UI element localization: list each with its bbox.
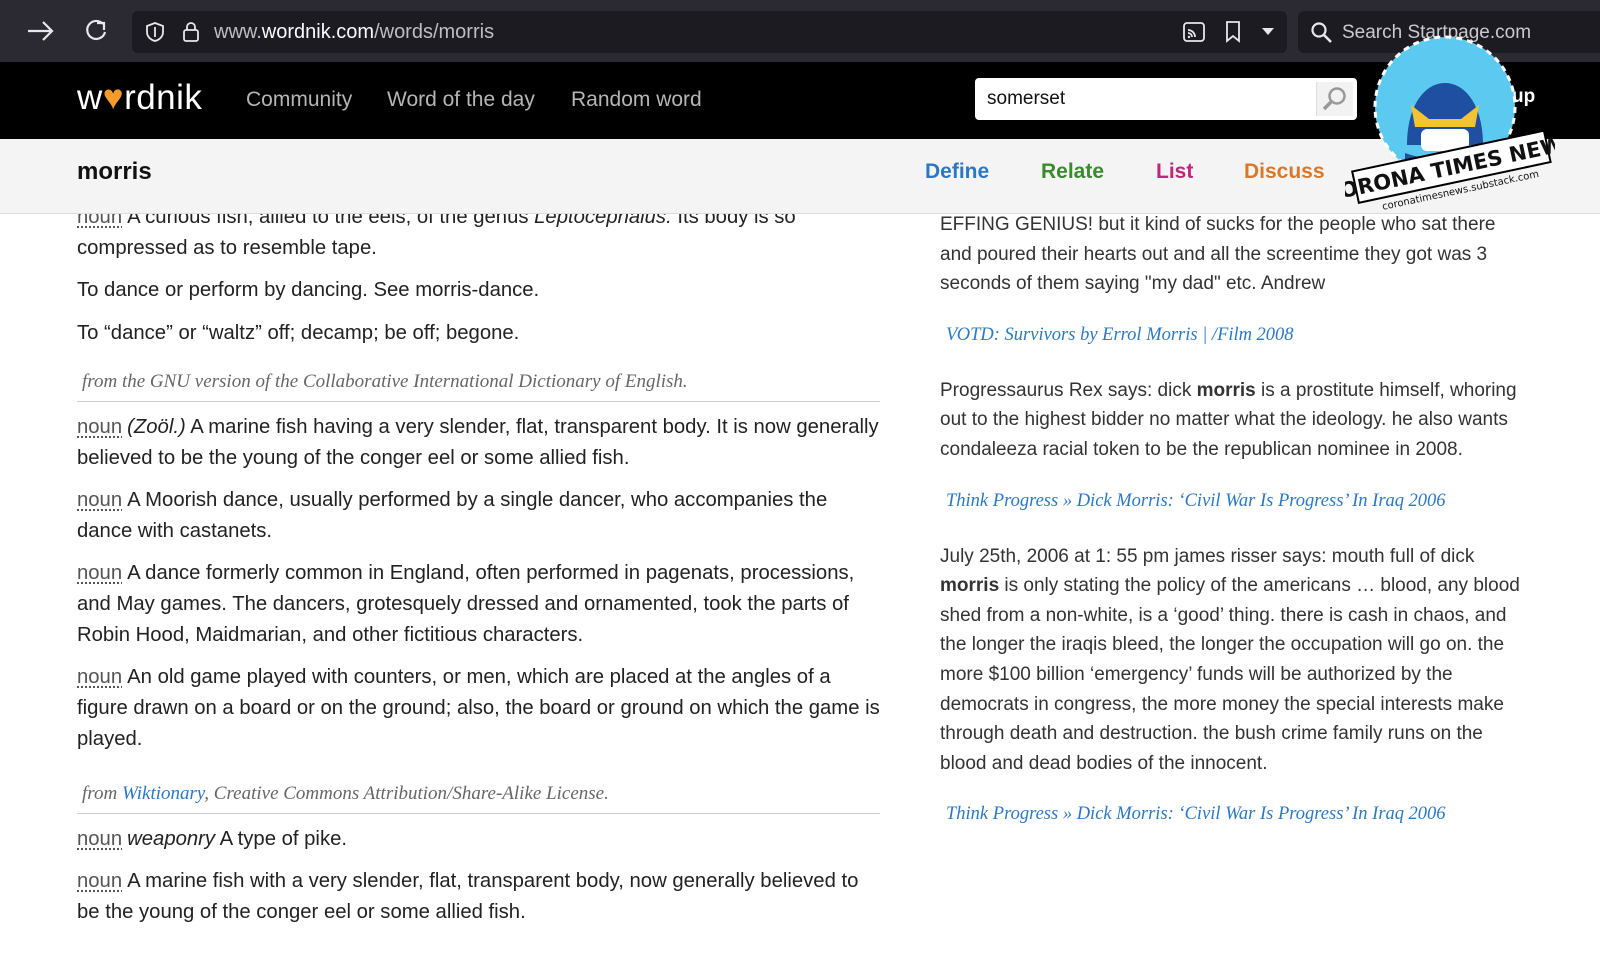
example-text: July 25th, 2006 at 1: 55 pm james risser…: [940, 545, 1520, 774]
definition-item: noun A marine fish with a very slender, f…: [77, 870, 859, 923]
tracking-shield-icon[interactable]: [144, 21, 166, 43]
corona-times-news-watermark: CORONA TIMES NEWS coronatimesnews.substa…: [1323, 35, 1580, 215]
nav-community[interactable]: Community: [246, 88, 352, 112]
word-search-input[interactable]: [985, 84, 1319, 114]
example-source[interactable]: Think Progress » Dick Morris: ‘Civil War…: [940, 804, 1520, 825]
nav-word-of-the-day[interactable]: Word of the day: [387, 88, 535, 112]
part-of-speech[interactable]: noun: [77, 562, 122, 584]
part-of-speech[interactable]: noun: [77, 828, 122, 850]
part-of-speech[interactable]: noun: [77, 214, 122, 228]
definition-item: noun A dance formerly common in England, …: [77, 562, 855, 646]
source-year: 2006: [1408, 804, 1446, 825]
example-source[interactable]: VOTD: Survivors by Errol Morris | /Film …: [940, 325, 1520, 346]
definition-item: noun A curious fish, allied to the eels, …: [77, 214, 880, 264]
definition-item: noun (Zoöl.) A marine fish having a very …: [77, 416, 879, 469]
word-search: [975, 78, 1357, 120]
reload-icon: [86, 19, 107, 41]
definition-source: from Wiktionary, Creative Commons Attrib…: [77, 769, 880, 814]
examples-panel: EFFING GENIUS! but it kind of sucks for …: [940, 214, 1520, 966]
tab-list[interactable]: List: [1156, 160, 1193, 184]
url-text[interactable]: www.wordnik.com/words/morris: [214, 21, 494, 44]
dropdown-arrow-icon[interactable]: [1260, 26, 1276, 38]
tab-relate[interactable]: Relate: [1041, 160, 1104, 184]
definition-item: noun weaponry A type of pike.: [77, 828, 347, 850]
reload-button[interactable]: [77, 12, 115, 50]
definition-item: To “dance” or “waltz” off; decamp; be of…: [77, 322, 520, 344]
watermark-logo: CORONA TIMES NEWS coronatimesnews.substa…: [1323, 35, 1580, 213]
example-text: Progressaurus Rex says: dick morris is a…: [940, 379, 1517, 460]
reader-view-icon[interactable]: [1182, 20, 1206, 44]
definition-item: noun A Moorish dance, usually performed b…: [77, 489, 828, 542]
source-title[interactable]: VOTD: Survivors by Errol Morris | /Film: [940, 325, 1252, 345]
word-title: morris: [77, 158, 152, 185]
lock-icon[interactable]: [182, 21, 200, 43]
search-icon: [1311, 22, 1332, 43]
part-of-speech[interactable]: noun: [77, 870, 122, 892]
definition-source: from the GNU version of the Collaborativ…: [77, 357, 880, 402]
wordnik-logo[interactable]: w♥rdnik: [77, 78, 202, 118]
source-year: 2006: [1408, 490, 1446, 511]
definition-item: To dance or perform by dancing. See morr…: [77, 279, 540, 301]
part-of-speech[interactable]: noun: [77, 666, 122, 688]
bookmark-icon[interactable]: [1224, 20, 1242, 44]
definitions-panel: noun A curious fish, allied to the eels, …: [77, 214, 880, 966]
part-of-speech[interactable]: noun: [77, 416, 122, 438]
source-year: 2008: [1256, 324, 1294, 345]
part-of-speech[interactable]: noun: [77, 489, 122, 511]
nav-random-word[interactable]: Random word: [571, 88, 702, 112]
arrow-right-icon: [28, 21, 54, 41]
example-source[interactable]: Think Progress » Dick Morris: ‘Civil War…: [940, 491, 1520, 512]
address-bar[interactable]: www.wordnik.com/words/morris: [132, 11, 1287, 53]
heart-icon: ♥: [102, 78, 125, 117]
source-title[interactable]: Think Progress » Dick Morris: ‘Civil War…: [940, 804, 1404, 824]
forward-button[interactable]: [22, 12, 60, 50]
source-title[interactable]: Think Progress » Dick Morris: ‘Civil War…: [940, 491, 1404, 511]
definition-item: noun An old game played with counters, or…: [77, 666, 880, 750]
tab-define[interactable]: Define: [925, 160, 989, 184]
example-text: EFFING GENIUS! but it kind of sucks for …: [940, 214, 1496, 295]
tab-discuss[interactable]: Discuss: [1244, 160, 1325, 184]
wiktionary-link[interactable]: Wiktionary: [122, 783, 204, 804]
